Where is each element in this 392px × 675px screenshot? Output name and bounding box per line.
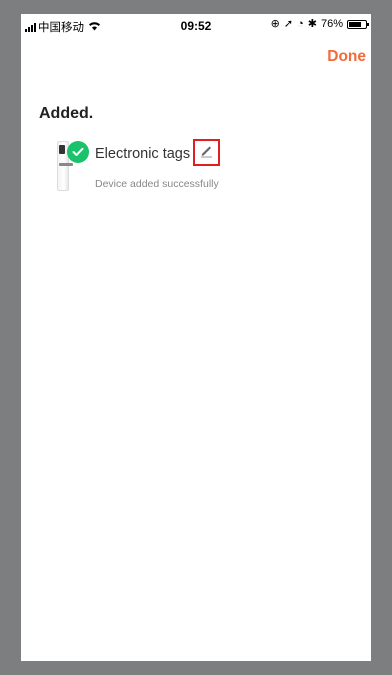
- location-icon: ➚: [283, 17, 294, 30]
- bluetooth-icon: ✱: [307, 17, 317, 30]
- device-name: Electronic tags: [95, 146, 191, 162]
- status-bar-right: ⊕ ➚ ◔ ✱ 76%: [270, 17, 369, 30]
- edit-name-button[interactable]: [193, 139, 220, 166]
- battery-percent: 76%: [320, 18, 343, 30]
- alarm-icon: ◔: [297, 17, 304, 30]
- device-status-text: Device added successfully: [95, 178, 219, 190]
- lock-rotation-icon: ⊕: [270, 17, 280, 30]
- pencil-icon: [199, 143, 214, 163]
- check-icon: [67, 141, 89, 163]
- page-title: Added.: [39, 105, 94, 122]
- device-list-item: Electronic tags Device added successfull…: [21, 139, 371, 209]
- battery-fill: [349, 21, 362, 27]
- battery-icon: [347, 19, 369, 29]
- done-button[interactable]: Done: [327, 48, 366, 66]
- phone-screen: 中国移动 09:52 ⊕ ➚ ◔ ✱ 76% Done Added. Elect…: [21, 14, 371, 661]
- status-bar: 中国移动 09:52 ⊕ ➚ ◔ ✱ 76%: [21, 14, 371, 36]
- device-frame: 中国移动 09:52 ⊕ ➚ ◔ ✱ 76% Done Added. Elect…: [0, 0, 392, 675]
